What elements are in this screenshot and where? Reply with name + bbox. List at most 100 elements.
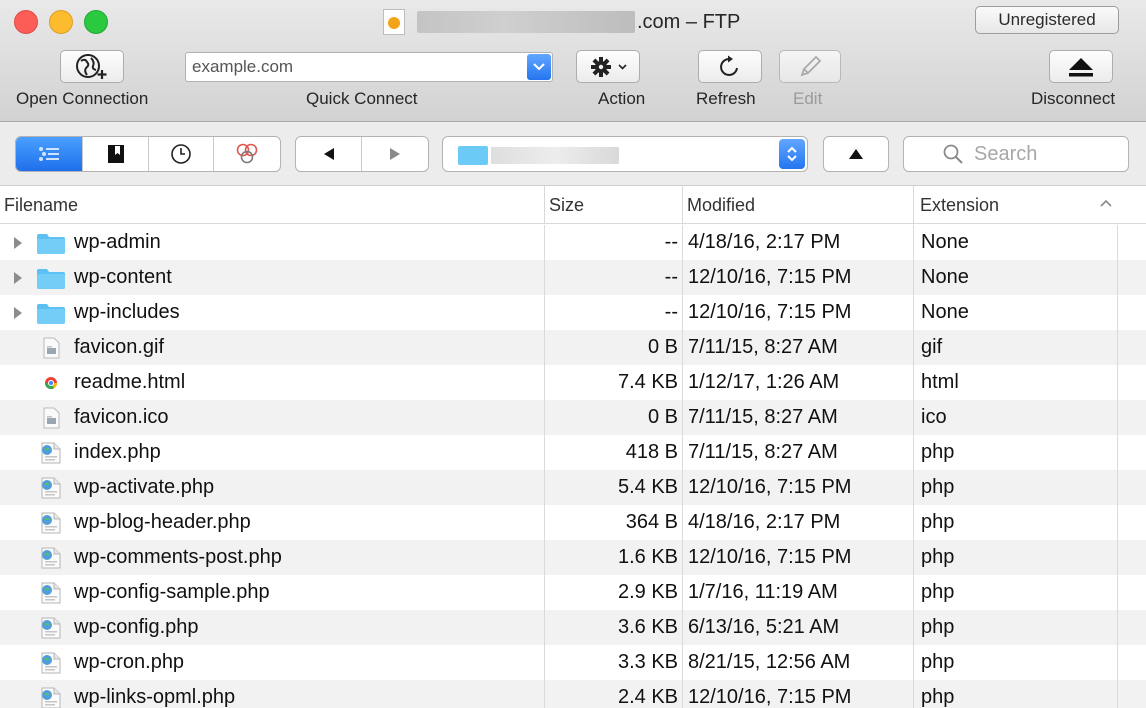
file-row[interactable]: wp-links-opml.php 2.4 KB 12/10/16, 7:15 PM… — [0, 680, 1146, 708]
extension-cell: None — [913, 295, 1118, 330]
filename-cell: wp-admin — [0, 225, 544, 260]
file-row[interactable]: readme.html 7.4 KB 1/12/17, 1:26 AM html — [0, 365, 1146, 400]
size-cell: 2.4 KB — [544, 680, 682, 708]
minimize-window-button[interactable] — [49, 10, 73, 34]
file-row[interactable]: wp-comments-post.php 1.6 KB 12/10/16, 7:15… — [0, 540, 1146, 575]
quick-connect-dropdown-button[interactable] — [527, 54, 551, 80]
filename-column-header[interactable]: Filename — [0, 186, 544, 224]
parent-directory-button[interactable] — [823, 136, 889, 172]
size-text: 1.6 KB — [617, 546, 678, 568]
extension-column-header[interactable]: Extension — [913, 186, 1146, 224]
file-row[interactable]: wp-activate.php 5.4 KB 12/10/16, 7:15 PM ph… — [0, 470, 1146, 505]
size-cell: 0 B — [544, 330, 682, 365]
extension-text: None — [921, 231, 969, 253]
php-file-icon — [41, 617, 61, 639]
modified-text: 12/10/16, 7:15 PM — [688, 476, 852, 498]
chevron-down-icon — [533, 63, 545, 71]
filename-text: wp-activate.php — [74, 476, 215, 498]
bonjour-view-button[interactable] — [214, 137, 280, 171]
modified-cell: 12/10/16, 7:15 PM — [682, 540, 913, 575]
bonjour-icon — [236, 143, 258, 164]
action-label: Action — [598, 89, 646, 108]
size-column-header[interactable]: Size — [544, 186, 682, 224]
image-file-icon — [43, 407, 60, 429]
extension-cell: php — [913, 435, 1118, 470]
refresh-button[interactable] — [698, 50, 762, 83]
file-row[interactable]: wp-blog-header.php 364 B 4/18/16, 2:17 PM p… — [0, 505, 1146, 540]
size-cell: -- — [544, 295, 682, 330]
modified-cell: 4/18/16, 2:17 PM — [682, 505, 913, 540]
browser-navigation-bar — [0, 122, 1146, 186]
file-row[interactable]: index.php 418 B 7/11/15, 8:27 AM php — [0, 435, 1146, 470]
path-popup-button[interactable] — [442, 136, 808, 172]
extension-cell: php — [913, 540, 1118, 575]
quick-connect-combobox[interactable] — [185, 52, 553, 82]
disclosure-triangle-icon[interactable] — [12, 306, 24, 320]
extension-cell: gif — [913, 330, 1118, 365]
open-connection-button[interactable] — [60, 50, 124, 83]
file-row[interactable]: favicon.ico 0 B 7/11/15, 8:27 AM ico — [0, 400, 1146, 435]
filename-cell: wp-links-opml.php — [0, 680, 544, 708]
folder-icon — [37, 269, 65, 289]
redacted-hostname — [417, 11, 635, 33]
file-row[interactable]: wp-config.php 3.6 KB 6/13/16, 5:21 AM php — [0, 610, 1146, 645]
php-file-icon — [41, 547, 61, 569]
history-navigation-control — [295, 136, 429, 172]
modified-text: 7/11/15, 8:27 AM — [688, 406, 838, 428]
search-icon — [943, 144, 963, 164]
disclosure-triangle-icon[interactable] — [12, 271, 24, 285]
disconnect-button[interactable] — [1049, 50, 1113, 83]
filename-cell: wp-cron.php — [0, 645, 544, 680]
size-cell: 1.6 KB — [544, 540, 682, 575]
filename-cell: readme.html — [0, 365, 544, 400]
file-row[interactable]: wp-admin -- 4/18/16, 2:17 PM None — [0, 225, 1146, 260]
action-menu-button[interactable] — [576, 50, 640, 83]
php-file-icon — [41, 652, 61, 674]
size-text: 2.9 KB — [617, 581, 678, 603]
size-text: 364 B — [625, 511, 678, 533]
unregistered-button[interactable]: Unregistered — [975, 6, 1119, 34]
filename-text: wp-content — [74, 266, 172, 288]
disconnect-label: Disconnect — [1031, 89, 1116, 108]
back-button[interactable] — [296, 137, 362, 171]
edit-button[interactable] — [779, 50, 841, 83]
file-row[interactable]: favicon.gif 0 B 7/11/15, 8:27 AM gif — [0, 330, 1146, 365]
view-mode-segmented-control — [15, 136, 281, 172]
close-window-button[interactable] — [14, 10, 38, 34]
browser-view-button[interactable] — [16, 137, 84, 171]
bookmarks-view-button[interactable] — [83, 137, 149, 171]
window-toolbar: .com – FTP Unregistered Open Connection … — [0, 0, 1146, 122]
history-view-button[interactable] — [149, 137, 215, 171]
file-row[interactable]: wp-config-sample.php 2.9 KB 1/7/16, 11:19 … — [0, 575, 1146, 610]
php-file-icon — [41, 512, 61, 534]
path-popup-arrows — [779, 139, 805, 169]
modified-text: 8/21/15, 12:56 AM — [688, 651, 851, 673]
size-text: 3.3 KB — [617, 651, 678, 673]
extension-text: php — [921, 546, 955, 568]
file-row[interactable]: wp-content -- 12/10/16, 7:15 PM None — [0, 260, 1146, 295]
disclosure-triangle-icon[interactable] — [12, 236, 24, 250]
size-text: 0 B — [647, 406, 678, 428]
extension-cell: php — [913, 610, 1118, 645]
size-cell: 418 B — [544, 435, 682, 470]
extension-cell: php — [913, 680, 1118, 708]
extension-cell: None — [913, 260, 1118, 295]
zoom-window-button[interactable] — [84, 10, 108, 34]
modified-text: 7/11/15, 8:27 AM — [688, 336, 838, 358]
pencil-icon — [800, 55, 822, 76]
modified-cell: 7/11/15, 8:27 AM — [682, 435, 913, 470]
filename-cell: favicon.gif — [0, 330, 544, 365]
forward-button[interactable] — [362, 137, 428, 171]
clock-icon — [171, 144, 192, 164]
file-row[interactable]: wp-includes -- 12/10/16, 7:15 PM None — [0, 295, 1146, 330]
modified-cell: 4/18/16, 2:17 PM — [682, 225, 913, 260]
extension-text: php — [921, 651, 955, 673]
php-file-icon — [41, 582, 61, 604]
image-file-icon — [43, 337, 60, 359]
modified-column-header[interactable]: Modified — [682, 186, 913, 224]
chrome-html-icon — [45, 377, 57, 390]
quick-connect-input[interactable] — [186, 53, 516, 81]
search-input[interactable] — [974, 142, 1090, 166]
search-field[interactable] — [903, 136, 1129, 172]
file-row[interactable]: wp-cron.php 3.3 KB 8/21/15, 12:56 AM php — [0, 645, 1146, 680]
